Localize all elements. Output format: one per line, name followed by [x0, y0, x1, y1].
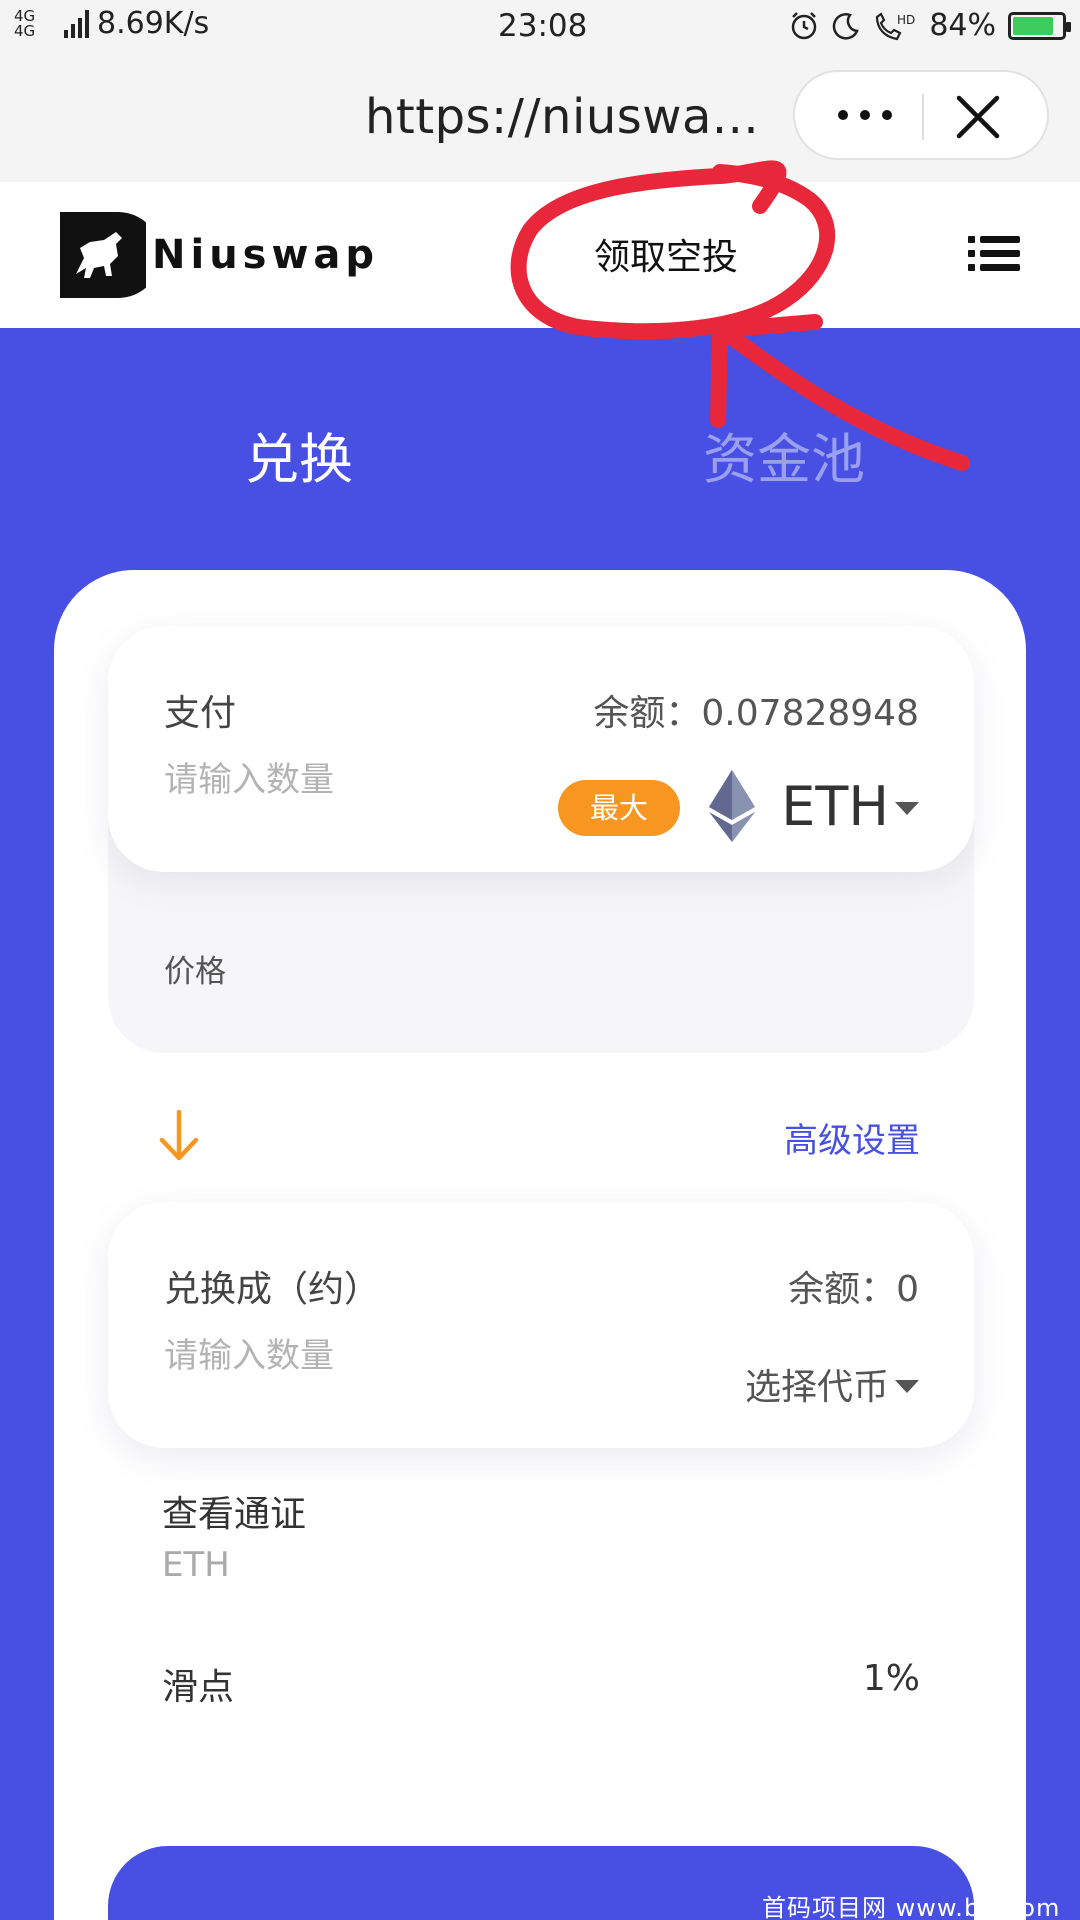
mini-program-capsule	[793, 70, 1049, 160]
price-label: 价格	[164, 954, 226, 990]
signal-icon	[64, 9, 89, 38]
site-header: Niuswap 领取空投	[0, 182, 1080, 328]
network-speed: 8.69K/s	[97, 6, 210, 41]
brand-name: Niuswap	[152, 232, 380, 278]
status-bar: 4G 4G 8.69K/s 23:08 HD 84%	[0, 0, 1080, 56]
pay-token-name: ETH	[781, 774, 889, 838]
tab-swap[interactable]: 兑换	[245, 415, 353, 494]
pay-panel: 支付 余额：0.07828948 最大 ETH	[108, 626, 974, 872]
capsule-divider	[922, 94, 924, 140]
swap-card: 价格 支付 余额：0.07828948 最大 ETH 高级设置 兑换成（约） 余…	[54, 570, 1026, 1920]
select-token-button[interactable]: 选择代币	[745, 1358, 919, 1410]
pay-token-selector[interactable]: ETH	[709, 766, 919, 846]
max-button[interactable]: 最大	[558, 780, 680, 836]
pay-amount-input[interactable]	[164, 760, 464, 800]
pay-balance: 余额：0.07828948	[593, 693, 919, 734]
receive-amount-input[interactable]	[164, 1336, 464, 1376]
advanced-settings-link[interactable]: 高级设置	[784, 1113, 920, 1162]
slippage-value[interactable]: 1%	[863, 1658, 920, 1699]
svg-text:HD: HD	[897, 13, 915, 27]
hd-call-icon: HD	[876, 11, 916, 40]
brand-logo[interactable]: Niuswap	[60, 212, 379, 298]
chevron-down-icon	[895, 801, 919, 815]
select-token-label: 选择代币	[744, 1367, 889, 1408]
watermark: 首码项目网 www.b...com	[762, 1894, 1061, 1920]
slippage-label: 滑点	[162, 1667, 235, 1708]
bull-logo-icon	[60, 212, 146, 298]
receive-label: 兑换成（约）	[164, 1269, 381, 1310]
close-icon[interactable]	[953, 92, 1003, 142]
view-token-label: 查看通证	[162, 1494, 307, 1535]
eth-icon	[709, 770, 756, 842]
menu-list-icon[interactable]	[968, 234, 1020, 274]
view-token-value: ETH	[162, 1545, 230, 1585]
chevron-down-icon	[895, 1379, 919, 1393]
alarm-icon	[792, 11, 817, 39]
receive-balance: 余额：0	[788, 1269, 919, 1310]
tab-liquidity-pool[interactable]: 资金池	[703, 415, 865, 494]
network-type: 4G 4G	[14, 6, 36, 40]
claim-airdrop-link[interactable]: 领取空投	[594, 228, 738, 280]
url-text: https://niuswa...	[365, 89, 760, 145]
battery-icon	[1008, 11, 1071, 40]
receive-panel: 兑换成（约） 余额：0 选择代币	[108, 1202, 974, 1448]
clock: 23:08	[498, 8, 588, 44]
browser-bar: https://niuswa...	[0, 56, 1080, 182]
moon-icon	[833, 12, 860, 40]
swap-direction-arrow-icon[interactable]	[158, 1110, 200, 1162]
more-dots-icon[interactable]	[825, 90, 905, 140]
pay-label: 支付	[164, 693, 237, 734]
battery-percent: 84%	[929, 8, 996, 43]
